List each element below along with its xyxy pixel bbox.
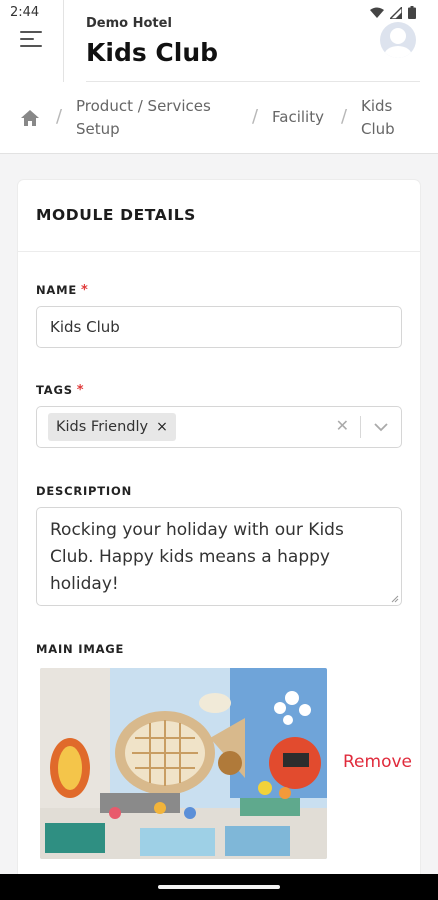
name-label-text: NAME bbox=[36, 283, 78, 297]
status-bar: 2:44 bbox=[0, 0, 438, 24]
page-title: Kids Club bbox=[86, 38, 219, 67]
home-gesture-handle[interactable] bbox=[158, 885, 280, 889]
breadcrumb-item-kids-club: Kids Club bbox=[361, 97, 395, 138]
tag-chip: Kids Friendly × bbox=[48, 413, 176, 441]
chevron-down-icon[interactable] bbox=[373, 421, 389, 433]
breadcrumb-separator: / bbox=[252, 106, 259, 127]
main-image-label: MAIN IMAGE bbox=[36, 642, 125, 656]
status-icons bbox=[370, 6, 416, 19]
resize-handle-icon[interactable] bbox=[391, 595, 399, 603]
tags-select[interactable]: Kids Friendly × ✕ bbox=[36, 406, 402, 448]
signal-icon bbox=[390, 6, 402, 19]
system-nav-bar bbox=[0, 874, 438, 900]
card-title: MODULE DETAILS bbox=[36, 206, 196, 224]
status-time: 2:44 bbox=[10, 5, 40, 20]
breadcrumb: / Product / Services Setup / Facility / … bbox=[0, 82, 438, 154]
card-header: MODULE DETAILS bbox=[18, 180, 420, 252]
remove-image-link[interactable]: Remove bbox=[343, 752, 412, 772]
name-input[interactable]: Kids Club bbox=[36, 306, 402, 348]
breadcrumb-item-facility[interactable]: Facility bbox=[272, 106, 324, 129]
main-image bbox=[40, 668, 327, 859]
breadcrumb-item-product-services[interactable]: Product / Services Setup bbox=[76, 95, 236, 141]
menu-icon[interactable] bbox=[20, 31, 42, 49]
tags-label: TAGS * bbox=[36, 383, 84, 398]
tags-divider bbox=[360, 416, 361, 438]
module-details-card: MODULE DETAILS NAME * Kids Club TAGS * Kid… bbox=[18, 180, 420, 900]
tag-chip-label: Kids Friendly bbox=[56, 419, 149, 435]
description-text: Rocking your holiday with our Kids Club.… bbox=[50, 520, 344, 594]
clear-icon[interactable]: ✕ bbox=[336, 416, 349, 435]
breadcrumb-separator: / bbox=[341, 106, 348, 127]
avatar-icon[interactable] bbox=[380, 22, 416, 58]
required-mark: * bbox=[76, 383, 85, 398]
required-mark: * bbox=[81, 283, 89, 298]
name-label: NAME * bbox=[36, 283, 89, 298]
description-textarea[interactable]: Rocking your holiday with our Kids Club.… bbox=[36, 507, 402, 606]
home-icon[interactable] bbox=[20, 109, 40, 127]
description-label: DESCRIPTION bbox=[36, 484, 133, 498]
tags-label-text: TAGS bbox=[36, 383, 73, 397]
breadcrumb-separator: / bbox=[56, 106, 63, 127]
battery-icon bbox=[408, 6, 416, 19]
wifi-icon bbox=[370, 7, 384, 18]
tag-remove-icon[interactable]: × bbox=[156, 419, 168, 435]
